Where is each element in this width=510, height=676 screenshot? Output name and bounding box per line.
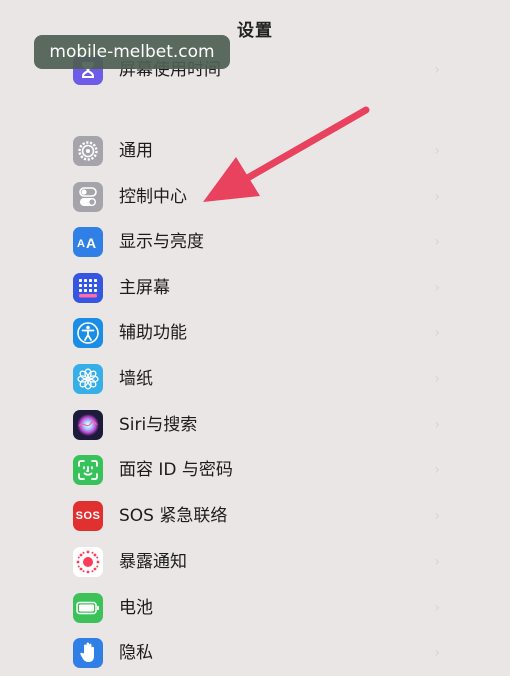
exposure-icon <box>73 547 103 577</box>
sos-icon-text: SOS <box>75 510 101 522</box>
settings-row-wallpaper[interactable]: 墙纸 › <box>0 356 510 402</box>
gear-icon <box>73 136 103 166</box>
chevron-right-icon: › <box>434 600 440 616</box>
settings-row-home-screen[interactable]: 主屏幕 › <box>0 265 510 311</box>
row-label: 主屏幕 <box>119 278 170 298</box>
row-label: Siri与搜索 <box>119 415 198 435</box>
row-label: 通用 <box>119 141 153 161</box>
row-label: 控制中心 <box>119 187 187 207</box>
settings-row-control-center[interactable]: 控制中心 › <box>0 174 510 220</box>
settings-row-battery[interactable]: 电池 › <box>0 585 510 631</box>
chevron-right-icon: › <box>434 325 440 341</box>
battery-icon <box>73 593 103 623</box>
row-label: 隐私 <box>119 643 153 663</box>
row-label: SOS 紧急联络 <box>119 506 228 526</box>
row-label: 墙纸 <box>119 369 153 389</box>
row-label: 辅助功能 <box>119 323 187 343</box>
accessibility-icon <box>73 318 103 348</box>
row-label: 面容 ID 与密码 <box>119 460 233 480</box>
siri-icon <box>73 410 103 440</box>
settings-row-sos[interactable]: SOS SOS 紧急联络 › <box>0 493 510 539</box>
row-label: 电池 <box>119 598 153 618</box>
settings-row-general[interactable]: 通用 › <box>0 128 510 174</box>
chevron-right-icon: › <box>434 62 440 78</box>
hand-icon <box>73 638 103 668</box>
face-id-icon <box>73 455 103 485</box>
chevron-right-icon: › <box>434 189 440 205</box>
settings-row-face-id[interactable]: 面容 ID 与密码 › <box>0 447 510 493</box>
svg-text:A: A <box>77 238 85 250</box>
settings-row-accessibility[interactable]: 辅助功能 › <box>0 310 510 356</box>
settings-row-display[interactable]: A A 显示与亮度 › <box>0 219 510 265</box>
settings-row-exposure[interactable]: 暴露通知 › <box>0 539 510 585</box>
chevron-right-icon: › <box>434 462 440 478</box>
chevron-right-icon: › <box>434 554 440 570</box>
chevron-right-icon: › <box>434 280 440 296</box>
watermark: mobile-melbet.com <box>34 35 230 69</box>
toggles-icon <box>73 182 103 212</box>
chevron-right-icon: › <box>434 371 440 387</box>
settings-row-siri[interactable]: Siri与搜索 › <box>0 402 510 448</box>
flower-icon <box>73 364 103 394</box>
chevron-right-icon: › <box>434 143 440 159</box>
chevron-right-icon: › <box>434 508 440 524</box>
app-grid-icon <box>73 273 103 303</box>
row-label: 显示与亮度 <box>119 232 204 252</box>
svg-text:A: A <box>86 235 96 251</box>
settings-row-privacy[interactable]: 隐私 › <box>0 630 510 676</box>
chevron-right-icon: › <box>434 645 440 661</box>
row-label: 暴露通知 <box>119 552 187 572</box>
text-size-icon: A A <box>73 227 103 257</box>
sos-icon: SOS <box>73 501 103 531</box>
chevron-right-icon: › <box>434 234 440 250</box>
chevron-right-icon: › <box>434 417 440 433</box>
